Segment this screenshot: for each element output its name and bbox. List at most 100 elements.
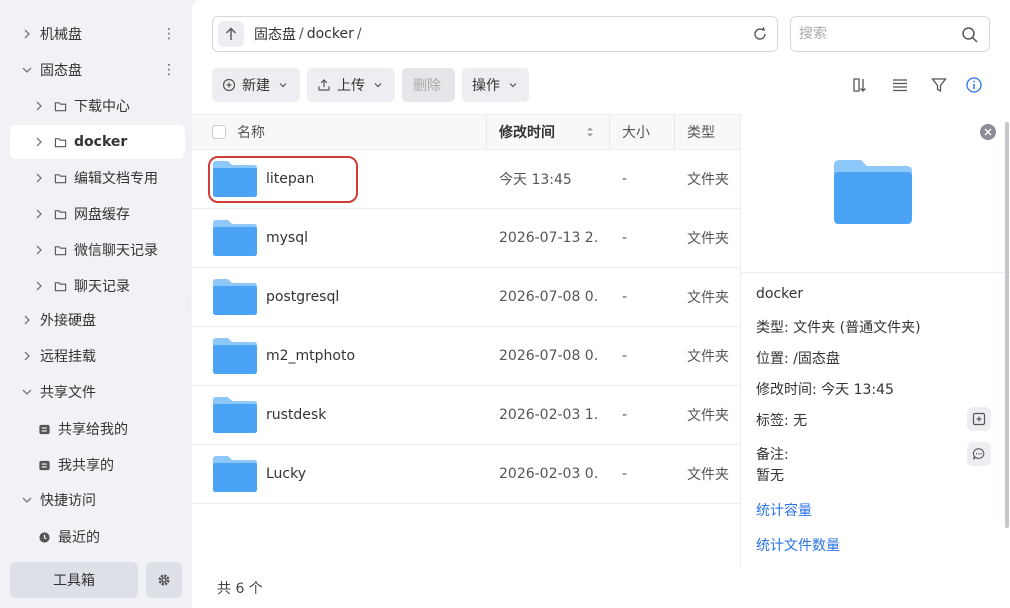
add-square-icon — [972, 412, 986, 426]
detail-notes-value: 暂无 — [756, 468, 784, 484]
sidebar-item-remote-mount[interactable]: 远程挂载 — [10, 339, 185, 373]
info-icon[interactable] — [964, 75, 984, 95]
chevron-right-icon[interactable] — [20, 27, 34, 41]
column-header-mtime[interactable]: 修改时间 — [499, 115, 555, 149]
file-size: - — [622, 289, 628, 305]
file-name[interactable]: m2_mtphoto — [266, 327, 355, 385]
chevron-right-icon[interactable] — [32, 243, 46, 257]
sidebar-item-ssd[interactable]: 固态盘 ⋮ — [10, 53, 185, 87]
table-row[interactable]: postgresql 2026-07-08 0… - 文件夹 — [192, 268, 740, 327]
file-name[interactable]: mysql — [266, 209, 308, 267]
chevron-right-icon[interactable] — [32, 135, 46, 149]
sidebar-item-docker[interactable]: docker — [10, 125, 185, 159]
table-row[interactable]: rustdesk 2026-02-03 1… - 文件夹 — [192, 386, 740, 445]
select-all-checkbox[interactable] — [212, 115, 226, 149]
item-count: 共 6 个 — [217, 581, 263, 597]
sidebar-item-wechat-chat[interactable]: 微信聊天记录 — [10, 233, 185, 267]
sidebar-item-shared-with-me[interactable]: 共享给我的 — [10, 412, 185, 446]
file-size: - — [622, 466, 628, 482]
table-row[interactable]: Lucky 2026-02-03 0… - 文件夹 — [192, 445, 740, 504]
column-header-type[interactable]: 类型 — [687, 115, 715, 149]
add-note-button[interactable] — [967, 442, 991, 466]
action-button[interactable]: 操作 — [462, 68, 529, 102]
chevron-right-icon[interactable] — [20, 349, 34, 363]
sidebar-item-my-shares[interactable]: 我共享的 — [10, 448, 185, 482]
file-mtime: 2026-02-03 1… — [499, 407, 599, 423]
folder-icon — [213, 161, 257, 197]
table-row[interactable]: litepan 今天 13:45 - 文件夹 — [192, 150, 740, 209]
breadcrumb-root[interactable]: 固态盘 — [254, 24, 296, 44]
folder-outline-icon — [52, 206, 68, 222]
list-view-icon[interactable] — [890, 75, 910, 95]
chevron-right-icon[interactable] — [32, 279, 46, 293]
column-header-size[interactable]: 大小 — [622, 115, 650, 149]
chevron-down-icon[interactable] — [20, 385, 34, 399]
sort-arrows-icon[interactable] — [585, 115, 595, 149]
chevron-right-icon[interactable] — [20, 313, 34, 327]
delete-button[interactable]: 删除 — [402, 68, 455, 102]
table-row[interactable]: m2_mtphoto 2026-07-08 0… - 文件夹 — [192, 327, 740, 386]
more-vertical-icon[interactable]: ⋮ — [161, 61, 177, 79]
sort-icon[interactable] — [850, 75, 870, 95]
upload-button-label: 上传 — [337, 78, 365, 94]
sidebar-item-quick-access[interactable]: 快捷访问 — [10, 483, 185, 517]
chevron-right-icon[interactable] — [32, 207, 46, 221]
detail-notes-label: 备注: — [756, 447, 789, 463]
file-name[interactable]: rustdesk — [266, 386, 326, 444]
sidebar-item-external-drive[interactable]: 外接硬盘 — [10, 303, 185, 337]
new-button[interactable]: 新建 — [212, 68, 300, 102]
comment-icon — [972, 448, 985, 460]
gear-icon — [157, 573, 171, 587]
settings-button[interactable] — [146, 562, 182, 598]
file-mtime: 2026-07-08 0… — [499, 289, 599, 305]
chevron-down-icon[interactable] — [20, 493, 34, 507]
file-name[interactable]: Lucky — [266, 445, 306, 503]
sidebar-item-netdisk-cache[interactable]: 网盘缓存 — [10, 197, 185, 231]
column-header-name[interactable]: 名称 — [237, 115, 265, 149]
stat-file-count-link[interactable]: 统计文件数量 — [756, 535, 840, 555]
sidebar-item-chat-records[interactable]: 聊天记录 — [10, 269, 185, 303]
sidebar-resize-handle[interactable]: · · · — [186, 294, 190, 312]
filter-icon[interactable] — [929, 75, 949, 95]
sidebar-item-shared-files[interactable]: 共享文件 — [10, 375, 185, 409]
file-type: 文件夹 — [687, 172, 729, 188]
add-tag-button[interactable] — [967, 407, 991, 431]
sidebar-item-edit-docs[interactable]: 编辑文档专用 — [10, 161, 185, 195]
sidebar-item-label: 网盘缓存 — [74, 207, 130, 223]
chevron-down-icon[interactable] — [20, 63, 34, 77]
detail-name: docker — [756, 286, 804, 302]
details-panel: docker 类型: 文件夹 (普通文件夹) 位置: /固态盘 修改时间: 今天… — [740, 114, 1010, 568]
search-input[interactable] — [799, 26, 949, 42]
stat-capacity-link[interactable]: 统计容量 — [756, 500, 812, 520]
table-header: 名称 修改时间 大小 类型 — [192, 114, 740, 150]
file-mtime: 2026-02-03 0… — [499, 466, 599, 482]
file-name[interactable]: postgresql — [266, 268, 339, 326]
path-bar[interactable]: 固态盘 / docker / — [212, 16, 778, 52]
refresh-button[interactable] — [751, 25, 769, 43]
search-box[interactable] — [790, 16, 990, 52]
more-vertical-icon[interactable]: ⋮ — [161, 25, 177, 43]
arrow-up-icon — [226, 27, 236, 40]
sidebar-item-download-center[interactable]: 下载中心 — [10, 89, 185, 123]
file-type: 文件夹 — [687, 467, 729, 483]
file-name[interactable]: litepan — [266, 150, 314, 208]
detail-tags-label: 标签: — [756, 413, 789, 429]
close-details-button[interactable] — [980, 124, 996, 140]
file-size: - — [622, 230, 628, 246]
up-level-button[interactable] — [218, 21, 244, 47]
chevron-right-icon[interactable] — [32, 99, 46, 113]
sidebar-item-mechanical-disk[interactable]: 机械盘 ⋮ — [10, 17, 185, 51]
chevron-right-icon[interactable] — [32, 171, 46, 185]
sidebar-item-label: 外接硬盘 — [40, 313, 96, 329]
detail-mtime-value: 今天 13:45 — [821, 382, 894, 398]
breadcrumb-current[interactable]: docker — [307, 26, 354, 42]
table-row[interactable]: mysql 2026-07-13 2… - 文件夹 — [192, 209, 740, 268]
share-icon — [36, 457, 52, 473]
folder-icon — [213, 397, 257, 433]
search-icon[interactable] — [961, 26, 979, 44]
upload-button[interactable]: 上传 — [307, 68, 395, 102]
folder-outline-icon — [52, 170, 68, 186]
details-scrollbar[interactable] — [1005, 122, 1009, 528]
sidebar-item-recent[interactable]: 最近的 — [10, 520, 185, 554]
toolbox-button[interactable]: 工具箱 — [10, 562, 138, 598]
